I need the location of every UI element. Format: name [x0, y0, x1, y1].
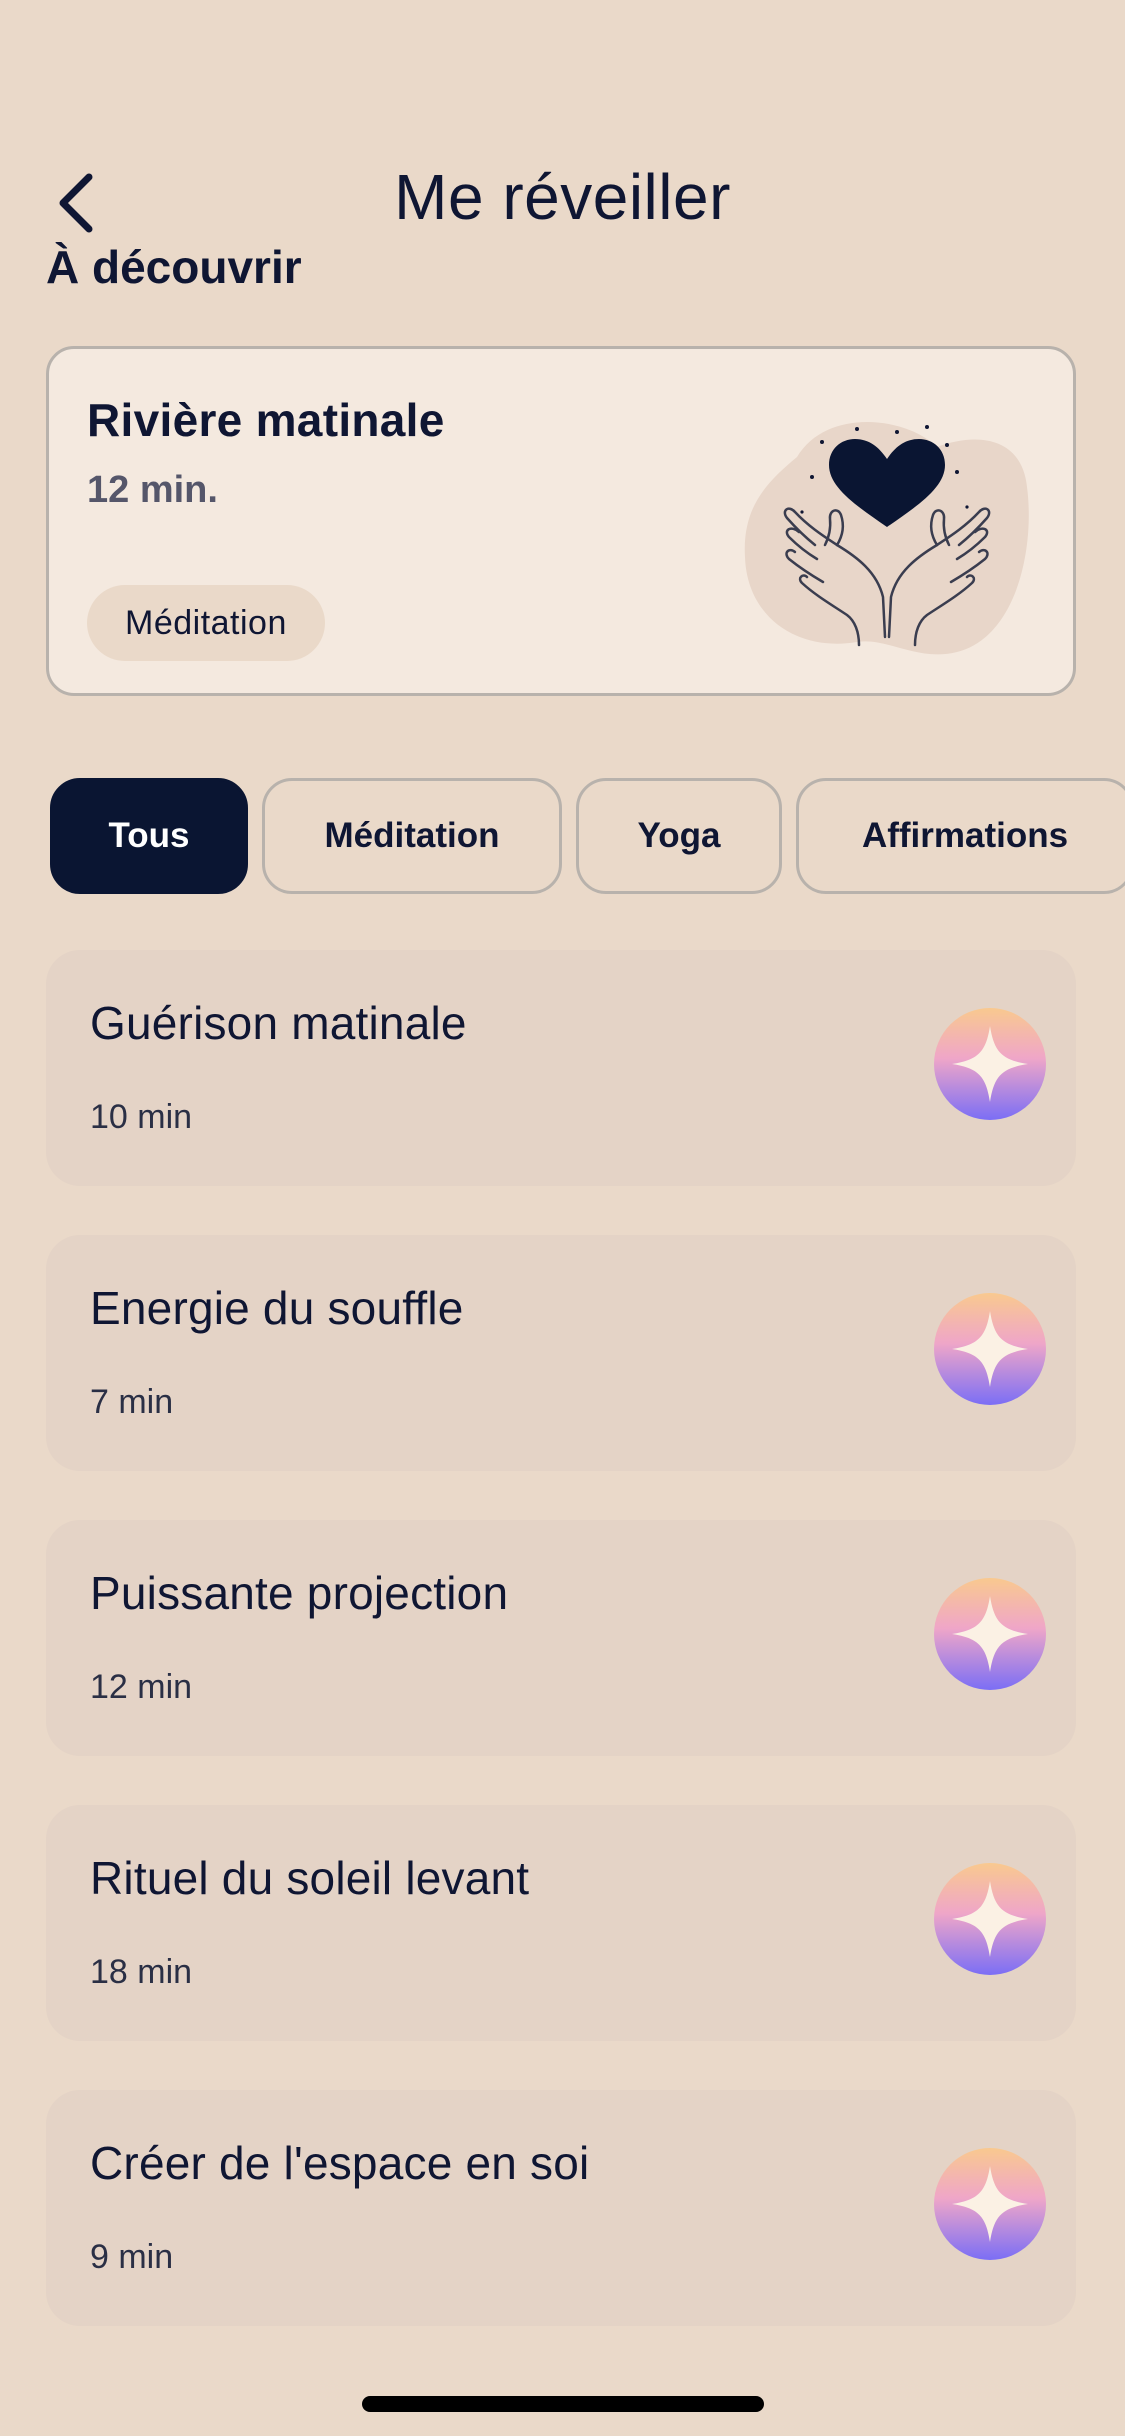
session-title: Créer de l'espace en soi — [90, 2137, 590, 2189]
session-title: Rituel du soleil levant — [90, 1852, 530, 1904]
filter-affirmations[interactable]: Affirmations — [796, 778, 1125, 894]
sparkle-icon — [934, 1008, 1046, 1120]
session-item[interactable]: Créer de l'espace en soi 9 min — [46, 2090, 1076, 2326]
filter-tous[interactable]: Tous — [50, 778, 248, 894]
featured-duration: 12 min. — [87, 469, 218, 511]
sparkle-icon — [934, 1578, 1046, 1690]
session-duration: 18 min — [90, 1953, 193, 1991]
featured-tag: Méditation — [87, 585, 325, 661]
session-title: Puissante projection — [90, 1567, 509, 1619]
sparkle-icon — [934, 2148, 1046, 2260]
screen: Me réveiller À découvrir Rivière matinal… — [0, 0, 1125, 2436]
session-item[interactable]: Puissante projection 12 min — [46, 1520, 1076, 1756]
session-item[interactable]: Rituel du soleil levant 18 min — [46, 1805, 1076, 2041]
featured-card[interactable]: Rivière matinale 12 min. Méditation — [46, 346, 1076, 696]
session-duration: 7 min — [90, 1383, 174, 1421]
filter-yoga[interactable]: Yoga — [576, 778, 782, 894]
session-duration: 12 min — [90, 1668, 193, 1706]
session-item[interactable]: Energie du souffle 7 min — [46, 1235, 1076, 1471]
page-title: Me réveiller — [394, 161, 731, 233]
session-title: Guérison matinale — [90, 997, 467, 1049]
featured-title: Rivière matinale — [87, 394, 445, 446]
section-title: À découvrir — [46, 241, 302, 293]
session-title: Energie du souffle — [90, 1282, 464, 1334]
session-duration: 10 min — [90, 1098, 193, 1136]
session-item[interactable]: Guérison matinale 10 min — [46, 950, 1076, 1186]
hands-holding-heart-illustration — [744, 422, 1029, 655]
sparkle-icon — [934, 1863, 1046, 1975]
filter-tabs: Tous Méditation Yoga Affirmations — [50, 778, 1125, 894]
home-indicator[interactable] — [362, 2396, 764, 2412]
session-duration: 9 min — [90, 2238, 174, 2276]
sparkle-icon — [934, 1293, 1046, 1405]
filter-meditation[interactable]: Méditation — [262, 778, 562, 894]
